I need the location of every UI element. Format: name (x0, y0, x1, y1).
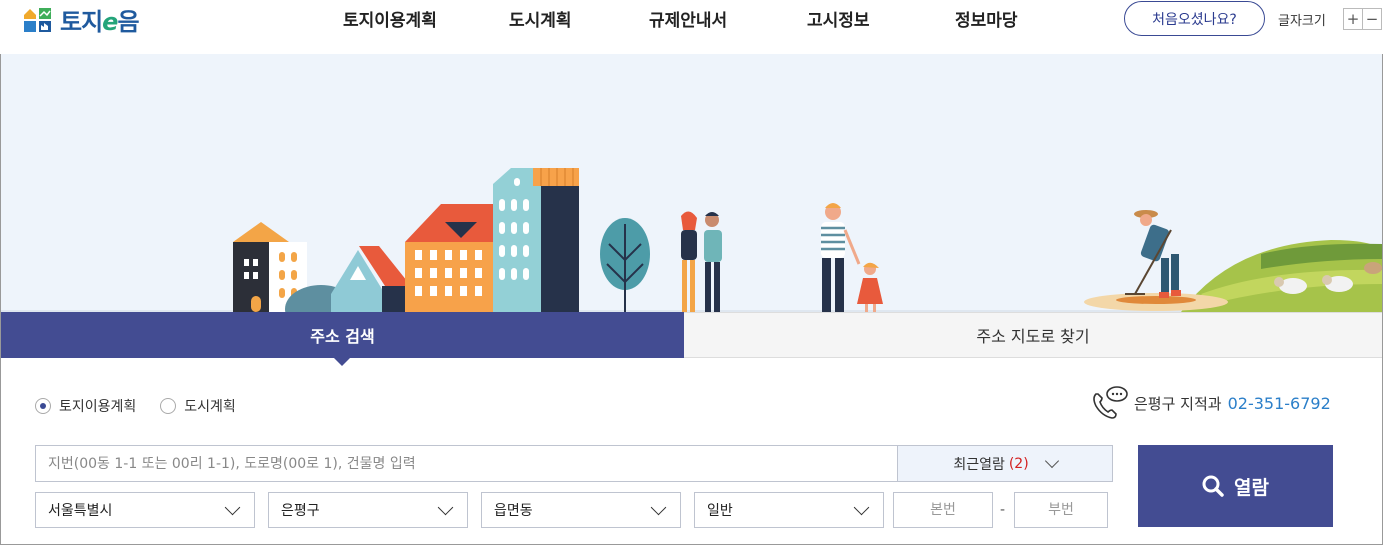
main-lot-number-input[interactable] (893, 492, 993, 528)
farmer (1125, 210, 1181, 298)
phone-number[interactable]: 02-351-6792 (1228, 394, 1331, 413)
radio-city-plan-label: 도시계획 (184, 399, 236, 415)
radio-city-plan[interactable]: 도시계획 (160, 396, 236, 416)
chevron-down-icon (1044, 453, 1059, 468)
sub-lot-number-input[interactable] (1014, 492, 1108, 528)
people-couple (681, 211, 722, 312)
select-sigungu-value: 은평구 (281, 503, 320, 519)
nav-regulation-guide[interactable]: 규제안내서 (649, 6, 727, 31)
nav-land-use-plan[interactable]: 토지이용계획 (343, 6, 437, 31)
select-dong-value: 읍면동 (494, 503, 533, 519)
recent-views-count: (2) (1008, 455, 1029, 472)
lot-number-dash: - (1000, 502, 1006, 518)
hero-scene (1, 168, 1382, 312)
address-search-input[interactable] (35, 445, 898, 482)
select-sido-value: 서울특별시 (48, 503, 113, 519)
tree (600, 218, 650, 312)
search-tabs: 주소 검색 주소 지도로 찾기 (1, 312, 1382, 366)
recent-views-label: 최근열람 (953, 456, 1005, 473)
first-visit-button[interactable]: 처음오셨나요? (1124, 1, 1265, 36)
chevron-down-icon (853, 499, 870, 515)
contact-phone: 은평구 지적과 02-351-6792 (1090, 386, 1331, 420)
tab-map-search[interactable]: 주소 지도로 찾기 (684, 312, 1382, 358)
house-orange (405, 204, 493, 312)
chevron-down-icon (650, 499, 667, 515)
header: 토지e음 토지이용계획 도시계획 규제안내서 고시정보 정보마당 처음오셨나요?… (0, 0, 1383, 54)
radio-land-use-plan[interactable]: 토지이용계획 (35, 396, 136, 416)
phone-label: 은평구 지적과 (1134, 394, 1222, 413)
logo-text: 토지e음 (60, 7, 140, 36)
font-size-label: 글자크기 (1278, 14, 1326, 29)
tab-address-search[interactable]: 주소 검색 (1, 312, 684, 366)
view-button-label: 열람 (1234, 476, 1269, 499)
radio-unchecked-indicator[interactable] (160, 398, 177, 414)
select-sido[interactable]: 서울특별시 (35, 492, 255, 528)
logo[interactable]: 토지e음 (22, 4, 140, 36)
plan-type-radio-group: 토지이용계획 도시계획 (35, 396, 260, 416)
select-dong[interactable]: 읍면동 (481, 492, 681, 528)
people-parent-child (821, 203, 883, 312)
radio-land-use-plan-label: 토지이용계획 (59, 399, 137, 415)
select-lot-type-value: 일반 (707, 503, 733, 519)
logo-icon (24, 8, 51, 32)
building-tall-teal (493, 168, 579, 312)
recent-views-dropdown[interactable]: 최근열람 (2) (897, 445, 1113, 482)
view-button[interactable]: 열람 (1138, 445, 1333, 527)
font-decrease-button[interactable]: − (1362, 8, 1382, 30)
search-icon (1202, 475, 1224, 497)
nav-info-center[interactable]: 정보마당 (955, 6, 1018, 31)
select-sigungu[interactable]: 은평구 (268, 492, 468, 528)
radio-checked-indicator[interactable] (35, 398, 51, 414)
chevron-down-icon (437, 499, 454, 515)
phone-chat-icon (1093, 386, 1128, 419)
farm-hill (1084, 240, 1382, 312)
select-lot-type[interactable]: 일반 (694, 492, 884, 528)
hero-illustration (1, 54, 1382, 312)
nav-city-plan[interactable]: 도시계획 (509, 6, 572, 31)
chevron-down-icon (224, 499, 241, 515)
nav-notice-info[interactable]: 고시정보 (807, 6, 870, 31)
font-increase-button[interactable]: + (1343, 8, 1363, 30)
